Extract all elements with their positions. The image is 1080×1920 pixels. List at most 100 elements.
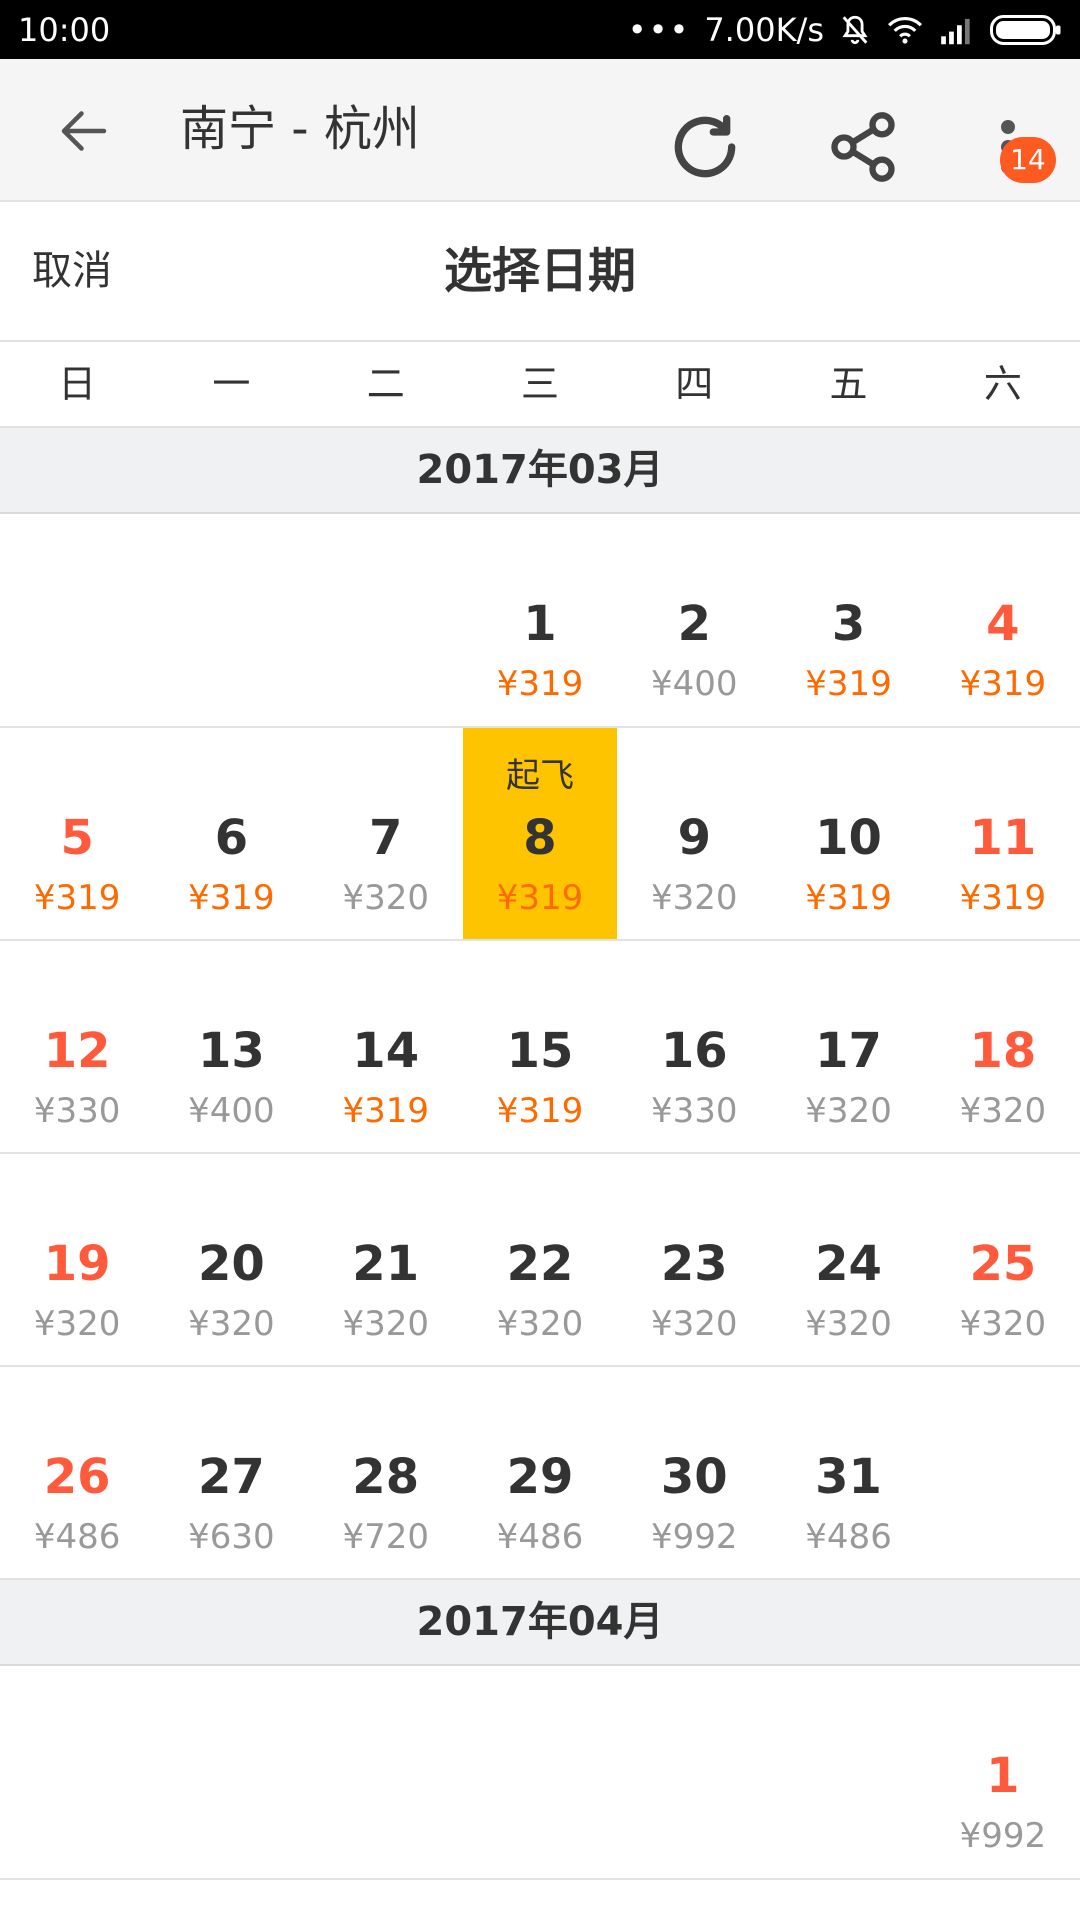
- empty-day-cell: [926, 1367, 1080, 1578]
- day-cell[interactable]: 7 ¥320: [309, 728, 463, 939]
- empty-day-cell: [309, 514, 463, 726]
- day-cell[interactable]: 21 ¥320: [309, 1154, 463, 1365]
- day-cell[interactable]: 20 ¥320: [154, 1154, 308, 1365]
- day-price: ¥320: [959, 1091, 1047, 1131]
- status-bar: 10:00 ••• 7.00K/s: [0, 0, 1080, 59]
- day-price: ¥486: [805, 1517, 892, 1557]
- refresh-icon[interactable]: [665, 107, 745, 187]
- day-cell[interactable]: 9 ¥320: [617, 728, 771, 939]
- mute-bell-icon: [842, 15, 868, 44]
- day-cell[interactable]: 27 ¥630: [154, 1367, 308, 1578]
- empty-day-cell: [154, 514, 308, 726]
- empty-day-cell: [463, 1666, 617, 1878]
- day-price: ¥400: [188, 1091, 275, 1131]
- day-cell[interactable]: 12 ¥330: [0, 941, 154, 1152]
- cancel-button[interactable]: 取消: [32, 202, 112, 340]
- day-number: 23: [660, 1236, 728, 1292]
- day-number: 21: [352, 1236, 420, 1292]
- day-price: ¥320: [651, 1304, 738, 1344]
- day-cell[interactable]: 28 ¥720: [309, 1367, 463, 1578]
- day-price: ¥320: [496, 1304, 584, 1344]
- day-cell[interactable]: 26 ¥486: [0, 1367, 154, 1578]
- day-number: 16: [660, 1023, 728, 1079]
- day-number: 7: [369, 810, 403, 866]
- day-price: ¥486: [496, 1517, 584, 1557]
- day-price: ¥319: [959, 664, 1047, 704]
- day-price: ¥319: [805, 878, 892, 918]
- day-cell[interactable]: 11 ¥319: [926, 728, 1080, 939]
- day-number: 19: [43, 1236, 111, 1292]
- weekday-label: 日: [58, 362, 97, 406]
- day-cell[interactable]: 18 ¥320: [926, 941, 1080, 1152]
- day-number: 31: [815, 1449, 882, 1505]
- status-time: 10:00: [18, 10, 111, 49]
- week-row: 5 ¥319 6 ¥319 7 ¥320 起飞 8 ¥319 9 ¥320 10 ¥319 11 ¥319: [0, 728, 1080, 941]
- weekday-label: 三: [520, 362, 559, 406]
- day-number: 2: [677, 596, 711, 652]
- day-number: 29: [506, 1449, 574, 1505]
- day-number: 12: [43, 1023, 111, 1079]
- day-cell[interactable]: 13 ¥400: [154, 941, 308, 1152]
- day-cell[interactable]: 6 ¥319: [154, 728, 308, 939]
- route-title: 南宁 - 杭州: [180, 101, 420, 157]
- day-cell[interactable]: 1 ¥992: [926, 1666, 1080, 1878]
- arrow-left-icon[interactable]: [54, 101, 114, 161]
- day-cell[interactable]: 17 ¥320: [771, 941, 925, 1152]
- day-number: 1: [523, 596, 557, 652]
- day-price: ¥320: [651, 878, 738, 918]
- day-cell[interactable]: 29 ¥486: [463, 1367, 617, 1578]
- day-price: ¥630: [188, 1517, 275, 1557]
- day-cell-selected[interactable]: 起飞 8 ¥319: [462, 728, 618, 939]
- day-cell[interactable]: 16 ¥330: [617, 941, 771, 1152]
- weekday-label: 四: [675, 362, 714, 406]
- day-cell[interactable]: 5 ¥319: [0, 728, 154, 939]
- week-row: 1 ¥992: [0, 1666, 1080, 1880]
- day-price: ¥319: [342, 1091, 429, 1131]
- day-number: 6: [214, 810, 249, 866]
- day-number: 20: [198, 1236, 265, 1292]
- day-number: 14: [352, 1023, 420, 1079]
- day-cell[interactable]: 10 ¥319: [771, 728, 925, 939]
- empty-day-cell: [0, 1666, 154, 1878]
- day-cell[interactable]: 22 ¥320: [463, 1154, 617, 1365]
- day-price: ¥319: [959, 878, 1047, 918]
- day-cell[interactable]: 30 ¥992: [617, 1367, 771, 1578]
- picker-header: 选择日期 取消: [0, 202, 1080, 342]
- day-price: ¥992: [959, 1816, 1047, 1856]
- day-cell[interactable]: 31 ¥486: [771, 1367, 925, 1578]
- day-price: ¥400: [651, 664, 738, 704]
- day-number: 1: [986, 1748, 1020, 1804]
- app-bar: 南宁 - 杭州 14: [0, 59, 1080, 202]
- day-cell[interactable]: 2 ¥400: [617, 514, 771, 726]
- day-number: 11: [969, 810, 1037, 866]
- day-cell[interactable]: 1 ¥319: [463, 514, 617, 726]
- day-price: ¥319: [496, 878, 584, 918]
- picker-title: 选择日期: [443, 243, 636, 299]
- month-header: 2017年04月: [0, 1580, 1080, 1666]
- weekday-header: 日 一 二 三 四 五 六: [0, 342, 1080, 428]
- day-price: ¥486: [33, 1517, 121, 1557]
- day-cell[interactable]: 24 ¥320: [771, 1154, 925, 1365]
- departure-tag: 起飞: [505, 756, 574, 796]
- day-number: 15: [506, 1023, 574, 1079]
- day-cell[interactable]: 4 ¥319: [926, 514, 1080, 726]
- day-cell[interactable]: 3 ¥319: [771, 514, 925, 726]
- weekday-label: 五: [829, 362, 868, 406]
- notification-badge: 14: [1000, 137, 1056, 183]
- day-cell[interactable]: 25 ¥320: [926, 1154, 1080, 1365]
- day-cell[interactable]: 14 ¥319: [309, 941, 463, 1152]
- weekday-label: 一: [212, 362, 251, 406]
- day-price: ¥992: [651, 1517, 738, 1557]
- day-price: ¥320: [342, 878, 429, 918]
- day-price: ¥320: [805, 1091, 892, 1131]
- day-number: 30: [660, 1449, 728, 1505]
- day-number: 3: [831, 596, 866, 652]
- day-cell[interactable]: 19 ¥320: [0, 1154, 154, 1365]
- share-icon[interactable]: [825, 107, 901, 187]
- day-cell[interactable]: 23 ¥320: [617, 1154, 771, 1365]
- empty-day-cell: [771, 1666, 925, 1878]
- day-cell[interactable]: 15 ¥319: [463, 941, 617, 1152]
- week-row: 19 ¥320 20 ¥320 21 ¥320 22 ¥320 23 ¥320 24 ¥320 25 ¥3…: [0, 1154, 1080, 1367]
- calendar: 2017年03月 1 ¥319 2 ¥400 3 ¥319 4 ¥319 5 ¥319 6 ¥319 7 ¥…: [0, 428, 1080, 1880]
- day-number: 4: [986, 596, 1020, 652]
